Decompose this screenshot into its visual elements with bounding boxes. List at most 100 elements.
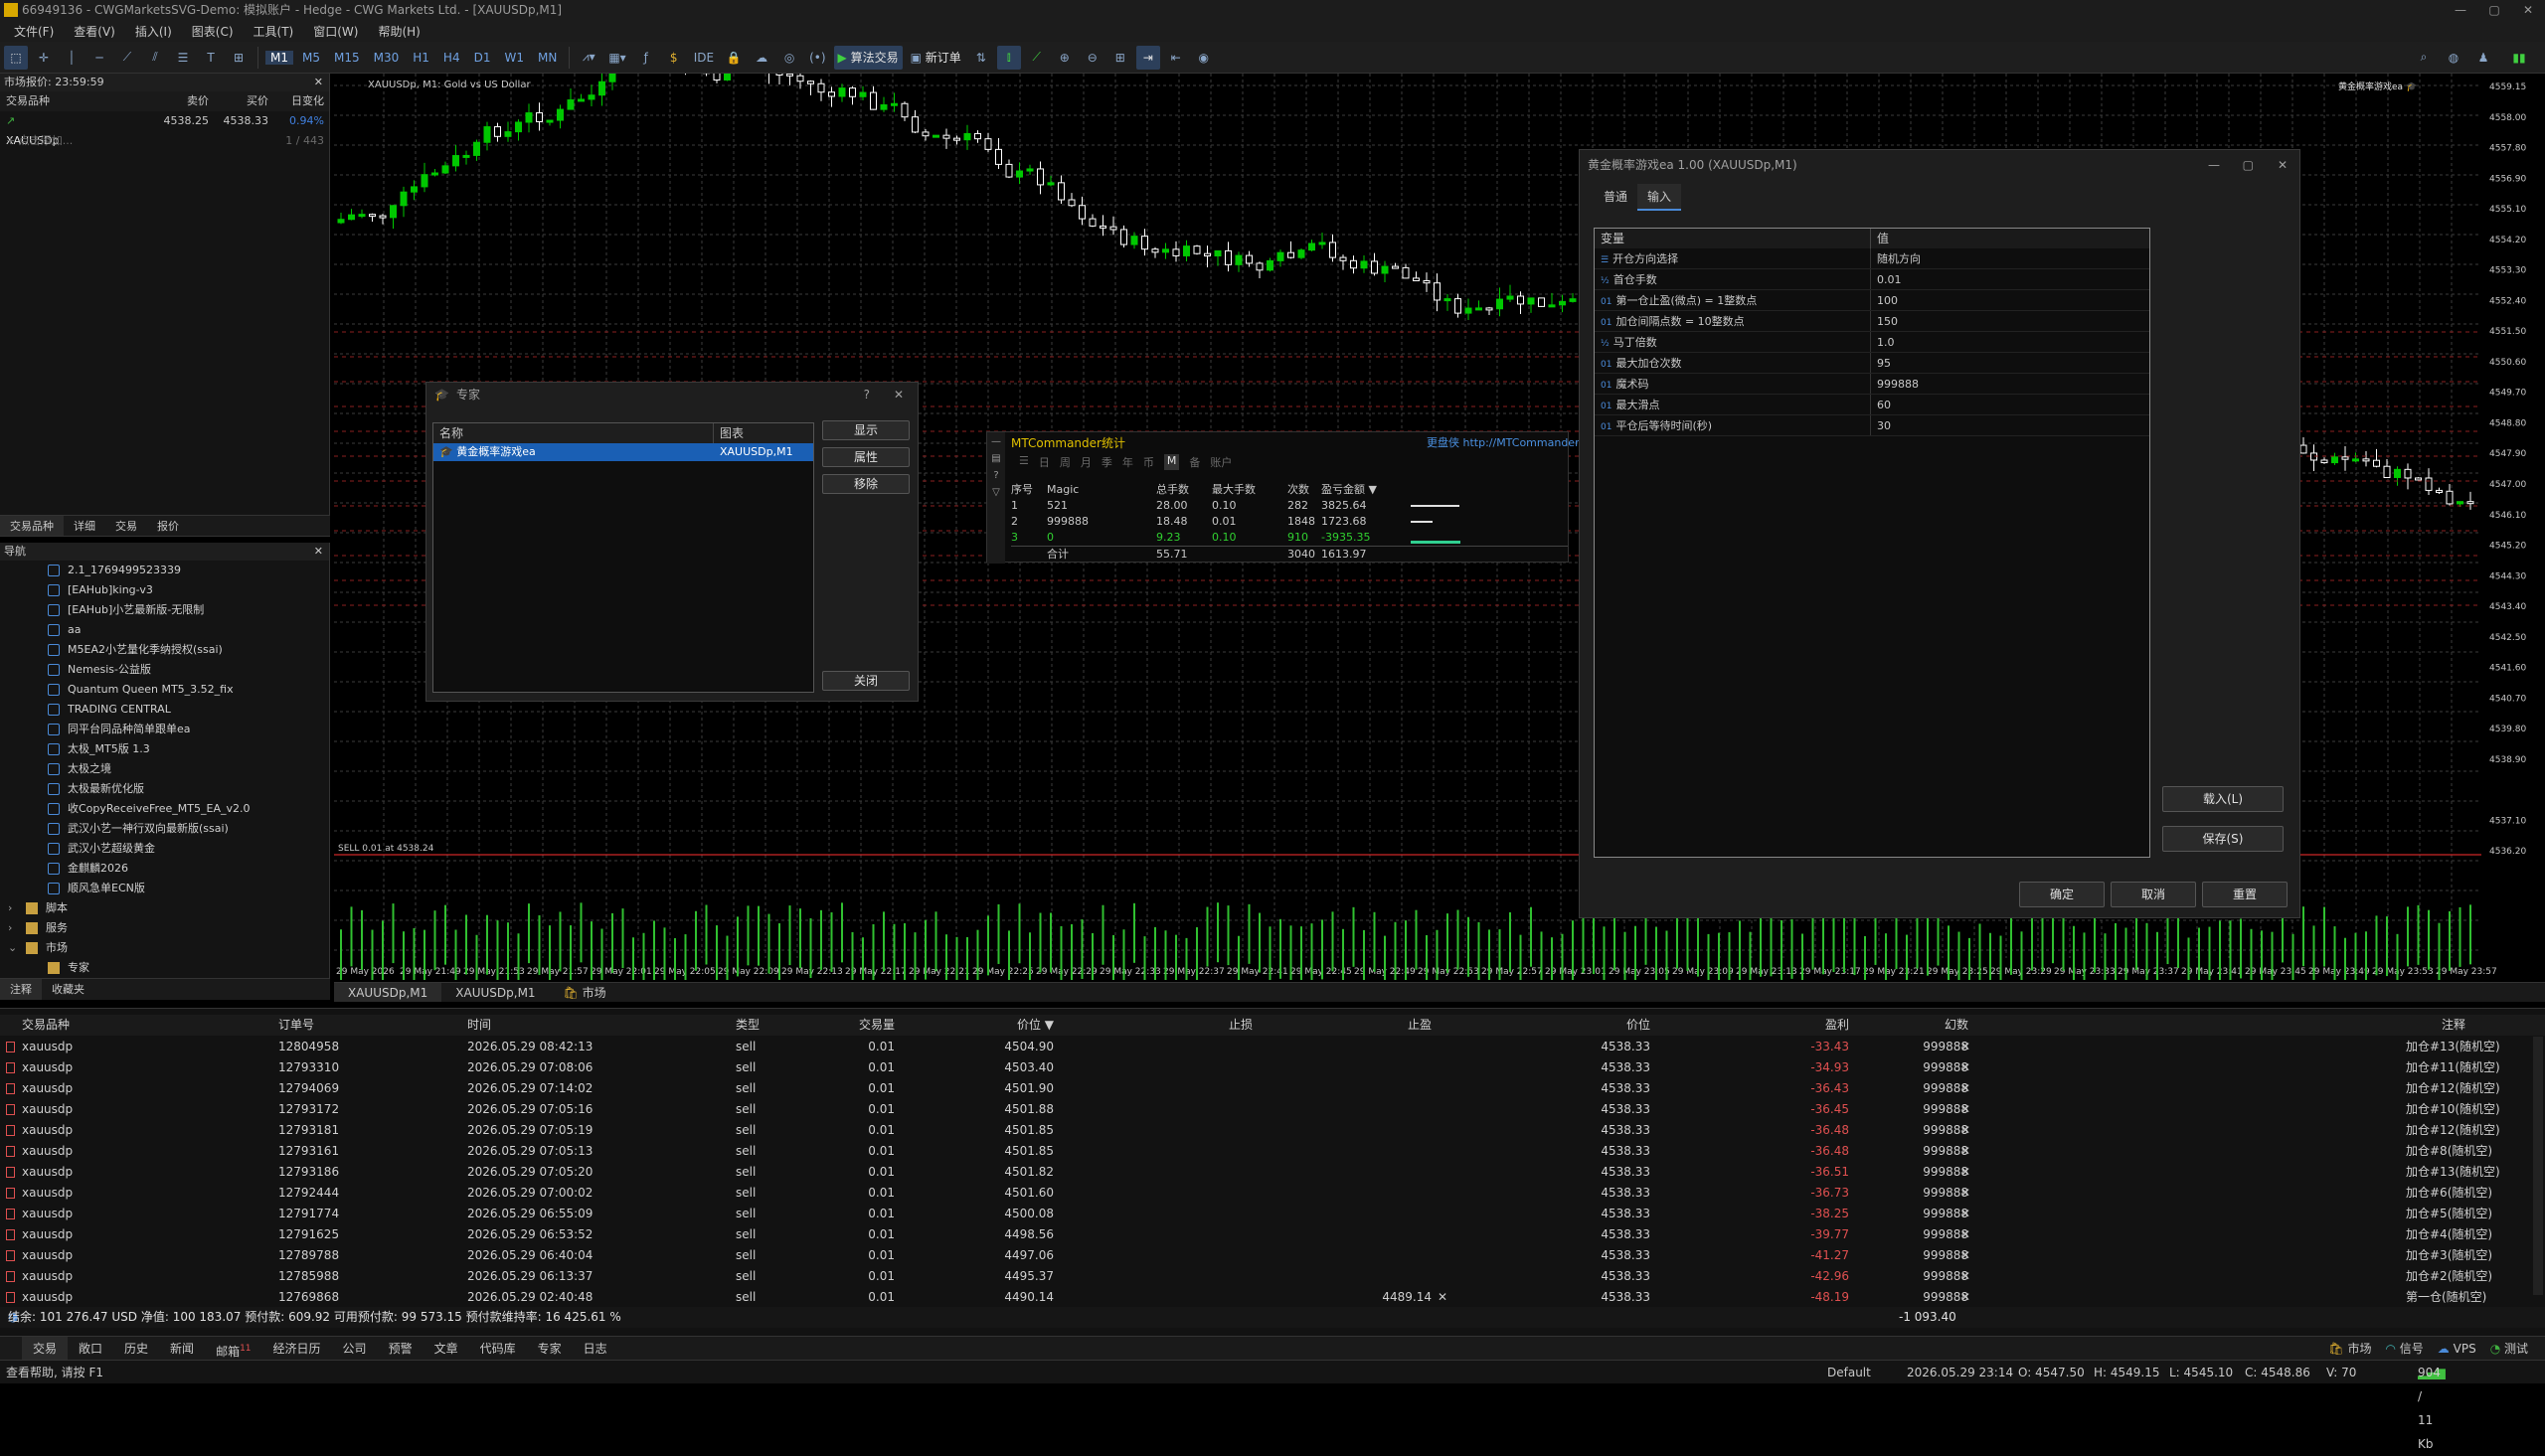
close-icon[interactable]: ✕	[314, 543, 323, 561]
close-position-icon[interactable]: ✕	[1960, 1204, 1970, 1224]
tab-market-right[interactable]: 🛍 市场	[2328, 1337, 2371, 1361]
col-header[interactable]: 止损	[1153, 1015, 1253, 1036]
mtc-minimize-icon[interactable]: —	[987, 436, 1005, 447]
col-header[interactable]: 时间	[467, 1015, 491, 1036]
screenshot-icon[interactable]: ◉	[1192, 46, 1216, 70]
trade-row[interactable]: xauusdp 12793161 2026.05.29 07:05:13 sell 0.…	[0, 1141, 2545, 1162]
mtc-chart-icon[interactable]: ▤	[987, 453, 1005, 464]
zoom-in-icon[interactable]: ⊕	[1053, 46, 1077, 70]
tab-comments[interactable]: 注释	[0, 979, 42, 1000]
tab-mailbox[interactable]: 邮箱11	[205, 1337, 261, 1360]
navigator-group[interactable]: › 脚本	[0, 898, 329, 918]
close-position-icon[interactable]: ✕	[1960, 1287, 1970, 1308]
mtc-link[interactable]: 更盘侠 http://MTCommander	[1427, 434, 1580, 450]
navigator-expert-item[interactable]: Nemesis-公益版	[0, 660, 329, 680]
mtc-period-note[interactable]: 备	[1189, 454, 1200, 470]
tab-calendar[interactable]: 经济日历	[262, 1337, 332, 1360]
trade-row[interactable]: xauusdp 12793310 2026.05.29 07:08:06 sell 0.…	[0, 1057, 2545, 1078]
navigator-expert-item[interactable]: TRADING CENTRAL	[0, 700, 329, 720]
help-icon[interactable]: ?	[864, 383, 870, 406]
expand-arrow-icon[interactable]: ⌄	[8, 938, 17, 958]
close-position-icon[interactable]: ✕	[1960, 1099, 1970, 1120]
tf-h1[interactable]: H1	[408, 51, 434, 65]
param-row[interactable]: 01 魔术码 999888	[1595, 374, 2149, 395]
close-position-icon[interactable]: ✕	[1960, 1037, 1970, 1057]
trade-row[interactable]: xauusdp 12769868 2026.05.29 02:40:48 sell 0.…	[0, 1287, 2545, 1308]
tab-exposure[interactable]: 敞口	[68, 1337, 113, 1360]
menu-view[interactable]: 查看(V)	[64, 23, 125, 40]
tab-trading[interactable]: 交易	[105, 516, 147, 536]
tf-h4[interactable]: H4	[438, 51, 465, 65]
tf-m5[interactable]: M5	[297, 51, 325, 65]
tab-symbols[interactable]: 交易品种	[0, 516, 64, 536]
navigator-expert-item[interactable]: 武汉小艺一神行双向最新版(ssai)	[0, 819, 329, 839]
status-profile[interactable]: Default	[1827, 1361, 1871, 1384]
menu-insert[interactable]: 插入(I)	[125, 23, 182, 40]
tab-favorites[interactable]: 收藏夹	[42, 979, 94, 1000]
tab-trade[interactable]: 交易	[22, 1337, 69, 1360]
indicators-icon[interactable]: ƒ	[634, 46, 658, 70]
param-row[interactable]: 01 第一仓止盈(微点) = 1整数点 100	[1595, 290, 2149, 311]
cloud-icon[interactable]: ☁	[750, 46, 773, 70]
tab-signals[interactable]: ◠ 信号	[2385, 1337, 2423, 1361]
trade-row[interactable]: xauusdp 12793172 2026.05.29 07:05:16 sell 0.…	[0, 1099, 2545, 1120]
col-header[interactable]: 注释	[2406, 1015, 2465, 1036]
minimize-icon[interactable]: —	[2208, 150, 2220, 180]
param-value[interactable]: 100	[1871, 290, 1898, 310]
navigator-expert-item[interactable]: 武汉小艺超级黄金	[0, 839, 329, 859]
trade-row[interactable]: xauusdp 12794069 2026.05.29 07:14:02 sell 0.…	[0, 1078, 2545, 1099]
param-row[interactable]: 01 平仓后等待时间(秒) 30	[1595, 415, 2149, 436]
close-position-icon[interactable]: ✕	[1960, 1266, 1970, 1287]
navigator-expert-item[interactable]: 金麒麟2026	[0, 859, 329, 879]
algo-trading-button[interactable]: ▶ 算法交易	[833, 45, 903, 70]
close-icon[interactable]: ✕	[314, 74, 323, 91]
param-value[interactable]: 60	[1871, 395, 1891, 414]
add-symbol-row[interactable]: + 点击添加... 1 / 443	[0, 131, 329, 151]
trade-row[interactable]: xauusdp 12791774 2026.05.29 06:55:09 sell 0.…	[0, 1204, 2545, 1224]
channel-icon[interactable]: ⫽	[143, 46, 167, 70]
crosshair-icon[interactable]: ✛	[32, 46, 56, 70]
tab-experts[interactable]: 专家	[527, 1337, 573, 1360]
autoscroll-icon[interactable]: ⇥	[1135, 45, 1160, 70]
expand-arrow-icon[interactable]: ›	[8, 918, 12, 938]
col-header[interactable]: 幻数	[1869, 1015, 1968, 1036]
close-position-icon[interactable]: ✕	[1960, 1224, 1970, 1245]
grid-icon[interactable]: ⊞	[1108, 46, 1132, 70]
tab-journal[interactable]: 日志	[573, 1337, 618, 1360]
mtc-help-icon[interactable]: ?	[987, 470, 1005, 481]
close-position-icon[interactable]: ✕	[1960, 1245, 1970, 1266]
symbol-row[interactable]: ↗ XAUUSDp 4538.25 4538.33 0.94%	[0, 111, 329, 147]
tab-company[interactable]: 公司	[332, 1337, 378, 1360]
fibonacci-icon[interactable]: ☰	[171, 46, 195, 70]
cursor-icon[interactable]: ⬚	[4, 45, 28, 70]
signals-icon[interactable]: ◎	[777, 46, 801, 70]
chart-shift-icon[interactable]: ⇤	[1164, 46, 1188, 70]
param-value[interactable]: 1.0	[1871, 332, 1895, 352]
line-chart-icon[interactable]: ⟋	[1025, 46, 1049, 70]
trade-row[interactable]: xauusdp 12793186 2026.05.29 07:05:20 sell 0.…	[0, 1162, 2545, 1183]
navigator-expert-item[interactable]: [EAHub]king-v3	[0, 580, 329, 600]
trade-row[interactable]: xauusdp 12793181 2026.05.29 07:05:19 sell 0.…	[0, 1120, 2545, 1141]
tab-chart-2[interactable]: XAUUSDp,M1	[441, 983, 549, 1002]
templates-icon[interactable]: ▦▾	[604, 46, 629, 70]
cancel-button[interactable]: 取消	[2111, 882, 2196, 907]
tf-w1[interactable]: W1	[499, 51, 529, 65]
tf-m1[interactable]: M1	[265, 50, 293, 65]
param-value[interactable]: 30	[1871, 415, 1891, 435]
ok-button[interactable]: 确定	[2019, 882, 2105, 907]
close-position-icon[interactable]: ✕	[1960, 1078, 1970, 1099]
param-row[interactable]: ½ 首仓手数 0.01	[1595, 269, 2149, 290]
lock-icon[interactable]: 🔒	[722, 46, 746, 70]
vertical-line-icon[interactable]: │	[60, 46, 84, 70]
text-tool-icon[interactable]: T	[199, 46, 223, 70]
param-value[interactable]: 95	[1871, 353, 1891, 373]
tab-articles[interactable]: 文章	[424, 1337, 469, 1360]
remove-button[interactable]: 移除	[822, 474, 910, 494]
navigator-group[interactable]: › 服务	[0, 918, 329, 938]
navigator-expert-item[interactable]: aa	[0, 620, 329, 640]
tab-inputs[interactable]: 输入	[1637, 184, 1682, 211]
navigator-expert-item[interactable]: Quantum Queen MT5_3.52_fix	[0, 680, 329, 700]
new-order-button[interactable]: ▣ 新订单	[907, 46, 965, 70]
maximize-icon[interactable]: ▢	[2243, 150, 2254, 180]
close-position-icon[interactable]: ✕	[1960, 1120, 1970, 1141]
